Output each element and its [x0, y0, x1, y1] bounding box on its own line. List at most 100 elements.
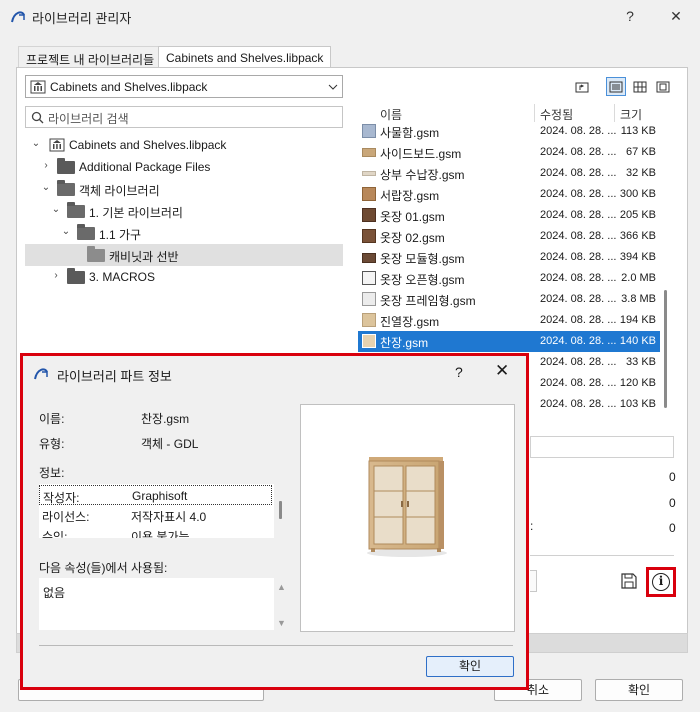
wardrobe-object-icon — [362, 208, 376, 222]
folder-icon — [57, 158, 75, 174]
wall-cabinet-object-icon — [362, 171, 376, 176]
info-row[interactable]: 수익: 이용 불가능 — [39, 525, 272, 538]
up-folder-button[interactable] — [572, 77, 592, 96]
list-item-selected[interactable]: 찬장.gsm 2024. 08. 28. ... 140 KB — [358, 331, 660, 352]
list-item[interactable]: 서랍장.gsm 2024. 08. 28. ... 300 KB — [358, 184, 660, 205]
tree-item-label: 캐비닛과 선반 — [109, 250, 179, 264]
up-folder-icon — [575, 82, 589, 92]
part-info-dialog: 라이브러리 파트 정보 ? ✕ 이름: 찬장.gsm 유형: 객체 - GDL … — [20, 353, 529, 690]
info-icon: i — [652, 573, 670, 591]
cupboard-object-icon — [362, 334, 376, 348]
info-row[interactable]: 작성자: Graphisoft — [39, 485, 272, 505]
scroll-up-icon[interactable]: ▲ — [277, 582, 286, 592]
modular-wardrobe-object-icon — [362, 253, 376, 263]
tree-item-label: Additional Package Files — [79, 160, 211, 174]
save-button[interactable] — [618, 570, 640, 592]
file-list-scrollbar[interactable] — [664, 290, 667, 408]
folder-icon — [67, 268, 85, 284]
preview-view-button[interactable] — [653, 77, 673, 96]
tree-item-object-library[interactable]: ⌄ 객체 라이브러리 — [25, 178, 343, 200]
list-item[interactable]: 사물함.gsm 2024. 08. 28. ... 113 KB — [358, 121, 660, 142]
column-divider[interactable] — [614, 104, 615, 122]
list-item[interactable]: 옷장 01.gsm 2024. 08. 28. ... 205 KB — [358, 205, 660, 226]
drawer-object-icon — [362, 187, 376, 201]
help-button[interactable]: ? — [618, 6, 642, 26]
right-field[interactable] — [530, 436, 674, 458]
tab-project-libraries[interactable]: 프로젝트 내 라이브러리들 — [18, 46, 163, 68]
folder-icon — [87, 246, 105, 262]
tree-item-label: 1. 기본 라이브러리 — [89, 206, 183, 220]
info-list-scrollbar[interactable] — [279, 501, 282, 519]
scroll-down-icon[interactable]: ▼ — [277, 618, 286, 628]
info-row[interactable]: 라이선스: 저작자표시 4.0 — [39, 505, 272, 525]
dialog-divider — [39, 645, 513, 646]
name-value: 찬장.gsm — [141, 412, 190, 426]
grid-view-button[interactable] — [630, 77, 650, 96]
list-item[interactable]: 진열장.gsm 2024. 08. 28. ... 194 KB — [358, 310, 660, 331]
library-icon — [49, 138, 65, 152]
tree-item-cabinets-shelves[interactable]: 캐비닛과 선반 — [25, 244, 343, 266]
display-cabinet-object-icon — [362, 313, 376, 327]
list-view-button[interactable] — [606, 77, 626, 96]
used-in-label: 다음 속성(들)에서 사용됨: — [39, 561, 168, 575]
close-button[interactable]: ✕ — [664, 6, 688, 26]
list-item[interactable]: 옷장 오픈형.gsm 2024. 08. 28. ... 2.0 MB — [358, 268, 660, 289]
chevron-down-icon[interactable]: ⌄ — [31, 138, 41, 149]
tree-item-furniture[interactable]: ⌄ 1.1 가구 — [25, 222, 343, 244]
tab-libpack[interactable]: Cabinets and Shelves.libpack — [158, 46, 332, 68]
library-search-input[interactable]: 라이브러리 검색 — [25, 106, 343, 128]
wardrobe-object-icon — [362, 229, 376, 243]
tree-item-basic-library[interactable]: ⌄ 1. 기본 라이브러리 — [25, 200, 343, 222]
column-divider[interactable] — [534, 104, 535, 122]
info-list: 작성자: Graphisoft 라이선스: 저작자표시 4.0 수익: 이용 불… — [39, 484, 274, 538]
folder-open-icon — [57, 180, 75, 196]
tree-item-macros[interactable]: › 3. MACROS — [25, 266, 343, 288]
part-info-button[interactable]: i — [646, 567, 676, 597]
chevron-down-icon[interactable]: ⌄ — [41, 182, 51, 193]
type-label: 유형: — [39, 437, 65, 451]
part-preview — [300, 404, 515, 632]
chevron-right-icon[interactable]: › — [51, 270, 61, 281]
archicad-logo-icon — [11, 11, 25, 23]
list-item[interactable]: 옷장 02.gsm 2024. 08. 28. ... 366 KB — [358, 226, 660, 247]
dialog-title: 라이브러리 파트 정보 — [57, 369, 172, 384]
chevron-down-icon — [328, 84, 338, 90]
archicad-logo-icon — [34, 368, 48, 380]
right-colon: : — [530, 519, 534, 533]
dialog-close-button[interactable]: ✕ — [495, 361, 509, 381]
title-bar: 라이브러리 관리자 ? ✕ — [0, 0, 700, 32]
preview-view-icon — [656, 81, 670, 92]
folder-open-icon — [77, 224, 95, 240]
search-placeholder: 라이브러리 검색 — [48, 112, 129, 126]
library-manager-window: 라이브러리 관리자 ? ✕ 프로젝트 내 라이브러리들 Cabinets and… — [0, 0, 700, 712]
list-item[interactable]: 상부 수납장.gsm 2024. 08. 28. ... 32 KB — [358, 163, 660, 184]
tree-item-label: 3. MACROS — [89, 270, 156, 284]
folder-open-icon — [67, 202, 85, 218]
tree-item-label: 객체 라이브러리 — [79, 184, 160, 198]
chevron-down-icon[interactable]: ⌄ — [51, 204, 61, 215]
chevron-down-icon[interactable]: ⌄ — [61, 226, 71, 237]
dialog-help-button[interactable]: ? — [455, 364, 463, 380]
library-combo-value: Cabinets and Shelves.libpack — [50, 80, 208, 94]
partial-button[interactable] — [530, 570, 537, 592]
chevron-right-icon[interactable]: › — [41, 160, 51, 171]
window-title: 라이브러리 관리자 — [32, 11, 132, 26]
frame-wardrobe-object-icon — [362, 292, 376, 306]
locker-object-icon — [362, 124, 376, 138]
list-view-icon — [609, 81, 623, 92]
library-icon — [30, 80, 46, 94]
ok-button[interactable]: 확인 — [595, 679, 683, 701]
tree-item-additional-files[interactable]: › Additional Package Files — [25, 156, 343, 178]
library-combo[interactable]: Cabinets and Shelves.libpack — [25, 75, 343, 98]
divider — [530, 555, 674, 556]
tree-item-label: 1.1 가구 — [99, 228, 142, 242]
list-item[interactable]: 옷장 프레임형.gsm 2024. 08. 28. ... 3.8 MB — [358, 289, 660, 310]
grid-view-icon — [633, 81, 647, 92]
list-item[interactable]: 옷장 모듈형.gsm 2024. 08. 28. ... 394 KB — [358, 247, 660, 268]
list-item[interactable]: 사이드보드.gsm 2024. 08. 28. ... 67 KB — [358, 142, 660, 163]
used-in-value: 없음 — [43, 586, 66, 600]
dialog-ok-button[interactable]: 확인 — [426, 656, 514, 677]
tree-item-libpack[interactable]: ⌄ Cabinets and Shelves.libpack — [25, 134, 343, 156]
search-icon — [31, 111, 44, 124]
used-in-list: 없음 — [39, 578, 274, 630]
